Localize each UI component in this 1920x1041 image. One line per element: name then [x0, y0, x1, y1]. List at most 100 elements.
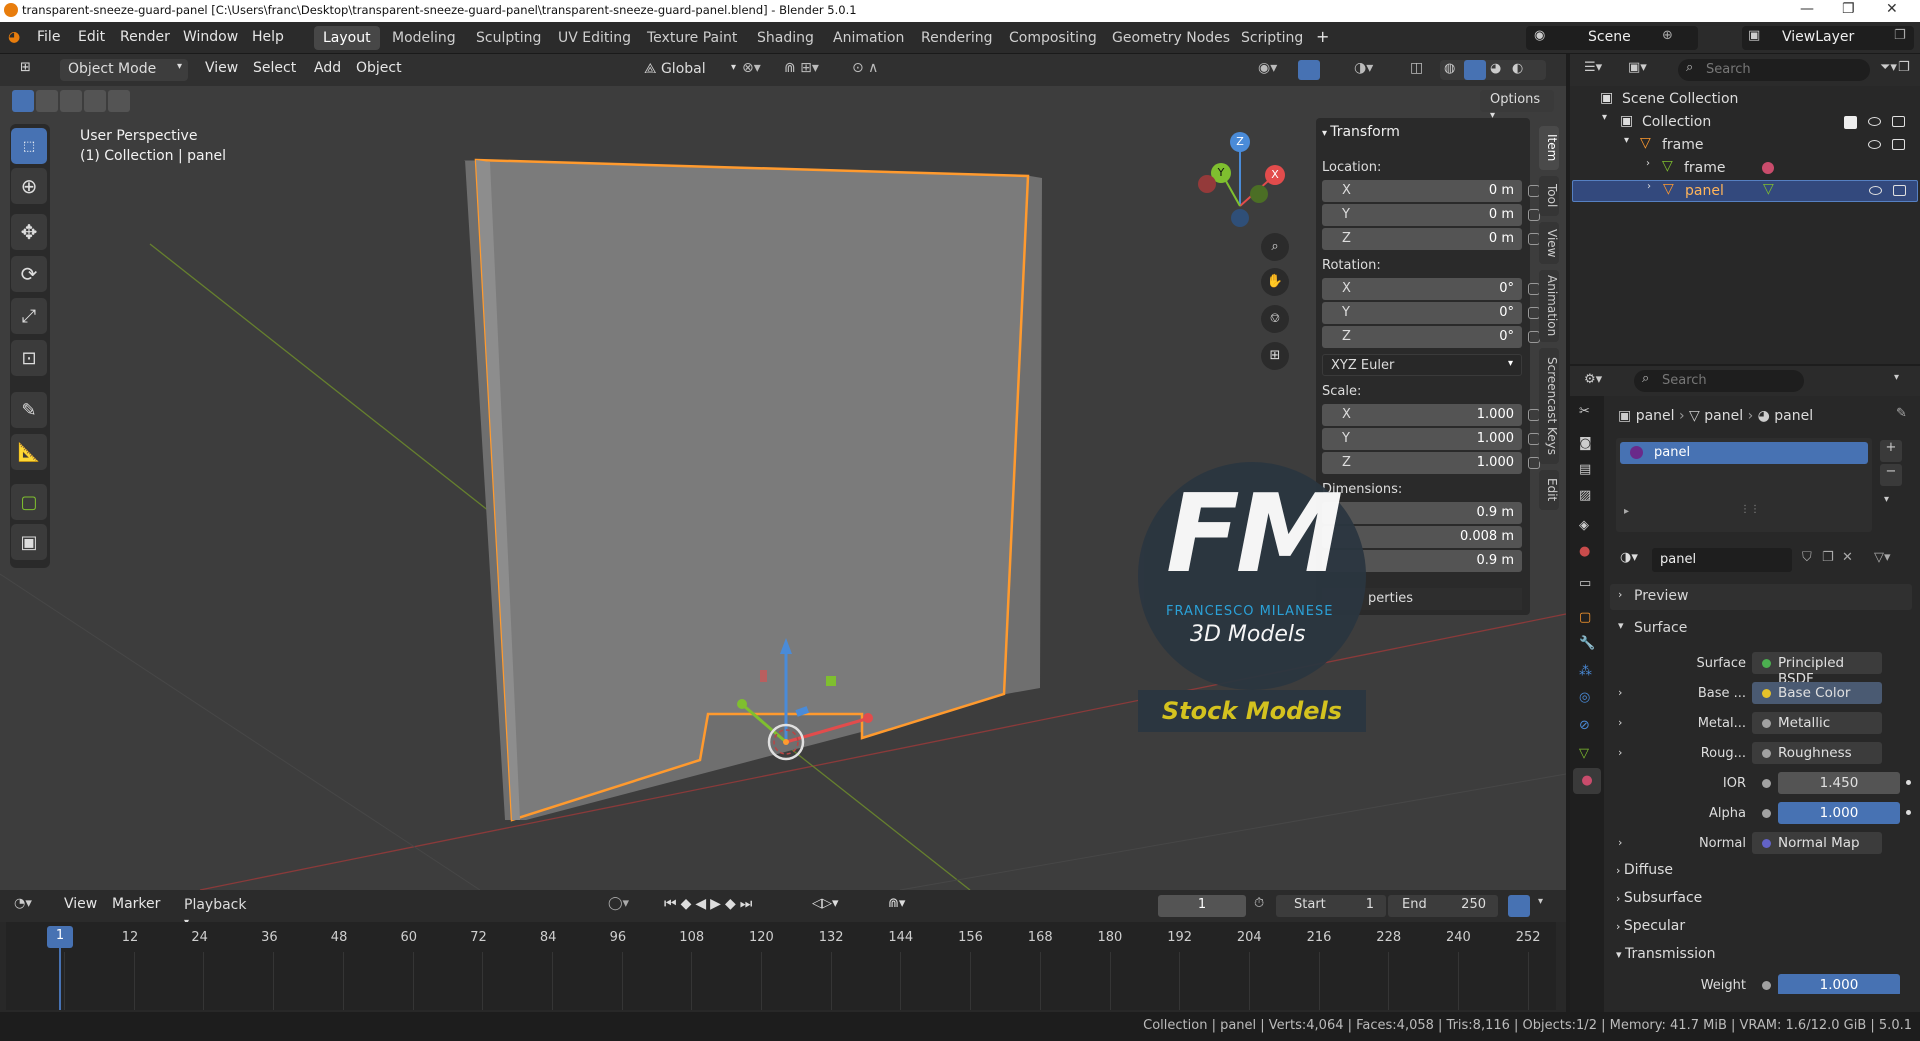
keyframe-dot-icon[interactable]	[1906, 810, 1911, 815]
annotate-tool-icon[interactable]: ✎	[11, 392, 47, 428]
display-mode-icon[interactable]: ▣▾	[1628, 60, 1647, 75]
overlay-icon[interactable]: ◑▾	[1354, 60, 1373, 76]
chevron-right-icon[interactable]: ▸	[1624, 506, 1629, 517]
new-viewlayer-icon[interactable]: ❐	[1894, 28, 1906, 43]
vp-menu-select[interactable]: Select	[253, 60, 296, 76]
chevron-right-icon[interactable]: ›	[1618, 686, 1622, 699]
tab-compositing[interactable]: Compositing	[1000, 26, 1106, 50]
playhead-line[interactable]	[59, 946, 61, 1010]
location-x-field[interactable]: X0 m	[1322, 180, 1522, 202]
scale-tool-icon[interactable]: ⤢	[11, 298, 47, 334]
chevron-down-icon[interactable]: ▾	[1602, 112, 1607, 123]
chevron-right-icon[interactable]: ›	[1647, 181, 1651, 192]
measure-tool-icon[interactable]: 📐	[11, 434, 47, 470]
pan-hand-icon[interactable]: ✋	[1261, 268, 1289, 296]
tab-item[interactable]: Item	[1539, 126, 1559, 170]
proportional-edit-icon[interactable]: ⊙ ∧	[852, 60, 878, 76]
tab-shading[interactable]: Shading	[748, 26, 823, 50]
object-properties-icon[interactable]: ▢	[1579, 610, 1591, 625]
chevron-down-icon[interactable]: ▾	[1624, 135, 1629, 146]
viewlayer-selector[interactable]: ▣ ViewLayer ❐	[1742, 26, 1914, 50]
move-tool-icon[interactable]: ✥	[11, 214, 47, 250]
close-icon[interactable]: ✕	[1886, 1, 1898, 17]
outliner-row-scene-collection[interactable]: ▣ Scene Collection	[1572, 88, 1918, 110]
menu-edit[interactable]: Edit	[78, 29, 105, 45]
transform-header[interactable]: ▾ Transform	[1322, 124, 1400, 140]
world-properties-icon[interactable]: ●	[1579, 544, 1590, 559]
tab-layout[interactable]: Layout	[314, 26, 380, 50]
alpha-field[interactable]: 1.000	[1778, 802, 1900, 824]
rotate-tool-icon[interactable]: ⟳	[11, 256, 47, 292]
cursor-tool-icon[interactable]: ⊕	[11, 168, 47, 204]
select-box-icon[interactable]	[12, 90, 34, 112]
menu-render[interactable]: Render	[120, 29, 170, 45]
rotation-mode-dropdown[interactable]: XYZ Euler ▾	[1322, 354, 1522, 376]
weight-field[interactable]: 1.000	[1778, 974, 1900, 994]
vp-menu-object[interactable]: Object	[356, 60, 402, 76]
add-workspace-icon[interactable]: +	[1316, 27, 1329, 46]
chevron-down-icon[interactable]: ▾	[1884, 494, 1889, 505]
outliner-editor-icon[interactable]: ☰▾	[1584, 60, 1602, 75]
gizmo-neg-x-ball[interactable]	[1198, 175, 1216, 193]
physics-icon[interactable]: ◎	[1579, 690, 1590, 705]
add-cube-tool-icon[interactable]: ▢	[11, 484, 47, 520]
select-subtract-icon[interactable]	[60, 90, 82, 112]
normal-map-button[interactable]: Normal Map	[1752, 832, 1882, 854]
scene-selector[interactable]: ◉ Scene ⊕	[1526, 26, 1698, 50]
data-properties-icon[interactable]: ▽	[1579, 746, 1589, 761]
menu-help[interactable]: Help	[252, 29, 284, 45]
metallic-button[interactable]: Metallic	[1752, 712, 1882, 734]
chevron-right-icon[interactable]: ›	[1618, 746, 1622, 759]
options-dropdown[interactable]: Options ▾	[1480, 90, 1554, 121]
camera-view-icon[interactable]: ⎊	[1261, 305, 1289, 333]
unlink-icon[interactable]: ✕	[1842, 550, 1853, 565]
surface-shader-button[interactable]: Principled BSDF	[1752, 652, 1882, 687]
tab-edit[interactable]: Edit	[1539, 470, 1559, 510]
shading-modes[interactable]: ◍ ◕ ◐	[1440, 60, 1546, 80]
transmission-section-header[interactable]: ▾ Transmission	[1616, 946, 1715, 962]
rotation-x-field[interactable]: X 0°	[1322, 278, 1522, 300]
eye-icon[interactable]	[1868, 117, 1881, 126]
vp-menu-view[interactable]: View	[205, 60, 238, 76]
scene-properties-icon[interactable]: ◈	[1579, 518, 1589, 533]
location-y-field[interactable]: Y0 m	[1322, 204, 1522, 226]
outliner-row-panel[interactable]: › ▽ panel ▽	[1572, 180, 1918, 202]
constraints-icon[interactable]: ⊘	[1579, 718, 1590, 733]
collection-properties-icon[interactable]: ▭	[1579, 576, 1591, 591]
modifier-properties-icon[interactable]: 🔧	[1579, 636, 1595, 651]
material-slot-item[interactable]: panel	[1620, 442, 1868, 464]
browse-material-icon[interactable]: ◑▾	[1620, 550, 1638, 565]
preview-section-header[interactable]: › Preview	[1610, 584, 1912, 610]
scale-x-field[interactable]: X 1.000	[1322, 404, 1522, 426]
rotation-z-field[interactable]: Z 0°	[1322, 326, 1522, 348]
material-properties-icon[interactable]: ●	[1573, 768, 1601, 794]
mode-dropdown[interactable]: Object Mode ▾	[60, 59, 188, 81]
filter-icon[interactable]: ⏷▾	[1880, 60, 1897, 75]
menu-file[interactable]: File	[37, 29, 60, 45]
wireframe-shading-icon[interactable]: ◍	[1444, 61, 1455, 76]
playhead-frame-badge[interactable]: 1	[47, 926, 73, 948]
tab-texture-paint[interactable]: Texture Paint	[638, 26, 746, 50]
zoom-icon[interactable]: ⌕	[1261, 233, 1289, 261]
blender-menu-icon[interactable]: ◕	[8, 29, 20, 45]
add-slot-icon[interactable]: +	[1880, 440, 1902, 462]
ior-field[interactable]: 1.450	[1778, 772, 1900, 794]
chevron-right-icon[interactable]: ›	[1618, 716, 1622, 729]
keyframe-dot-icon[interactable]	[1906, 780, 1911, 785]
tab-screencast-keys[interactable]: Screencast Keys	[1539, 348, 1559, 464]
tab-sculpting[interactable]: Sculpting	[467, 26, 550, 50]
gizmo-x-axis[interactable]: X	[1265, 165, 1285, 185]
subsurface-section-header[interactable]: › Subsurface	[1616, 890, 1702, 906]
eye-icon[interactable]	[1869, 186, 1882, 195]
perspective-toggle-icon[interactable]: ⊞	[1261, 342, 1289, 370]
select-invert-icon[interactable]	[84, 90, 106, 112]
outliner-row-frame[interactable]: ▾ ▽ frame	[1572, 134, 1918, 156]
tab-tool[interactable]: Tool	[1539, 176, 1559, 216]
snap-icon[interactable]: ⋒ ⊞▾	[784, 60, 819, 76]
pin-icon[interactable]: ⊕	[1662, 28, 1673, 43]
remove-slot-icon[interactable]: −	[1880, 464, 1902, 486]
view-layer-icon[interactable]: ▨	[1579, 488, 1591, 503]
maximize-icon[interactable]: ❐	[1842, 1, 1855, 17]
tab-scripting[interactable]: Scripting	[1232, 26, 1312, 50]
tab-modeling[interactable]: Modeling	[383, 26, 465, 50]
